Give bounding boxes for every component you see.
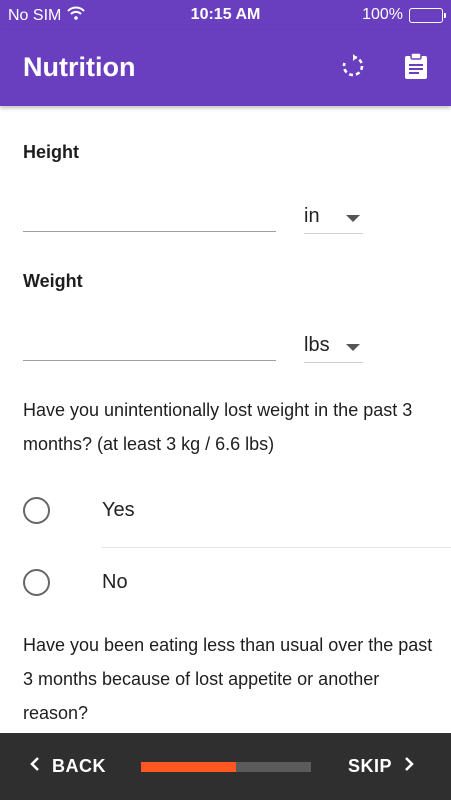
radio-button-icon[interactable] xyxy=(23,497,50,524)
height-unit-value: in xyxy=(304,205,320,227)
bottom-nav: BACK SKIP xyxy=(0,733,451,800)
skip-label: SKIP xyxy=(348,756,393,776)
refresh-button[interactable] xyxy=(337,52,369,84)
weight-unit-select[interactable]: lbs xyxy=(304,329,363,363)
weight-label: Weight xyxy=(23,271,83,291)
progress-fill xyxy=(141,762,237,772)
radio-option-no[interactable]: No xyxy=(0,555,451,611)
skip-button[interactable]: SKIP xyxy=(348,756,414,777)
battery-percent: 100% xyxy=(362,6,403,23)
app-bar: Nutrition xyxy=(0,30,451,106)
back-label: BACK xyxy=(52,756,106,776)
battery-icon xyxy=(409,7,446,23)
clipboard-button[interactable] xyxy=(400,51,432,85)
chevron-right-icon xyxy=(404,756,414,777)
dropdown-caret-icon xyxy=(346,344,360,351)
chevron-left-icon xyxy=(30,756,40,777)
back-button[interactable]: BACK xyxy=(30,756,106,777)
radio-button-icon[interactable] xyxy=(23,569,50,596)
height-input[interactable] xyxy=(23,198,276,232)
status-bar: No SIM 10:15 AM 100% xyxy=(0,0,451,30)
refresh-icon xyxy=(340,53,366,84)
height-unit-select[interactable]: in xyxy=(304,200,363,234)
radio-option-yes[interactable]: Yes xyxy=(0,483,451,539)
radio-option-label: Yes xyxy=(102,499,135,521)
question-weight-loss: Have you unintentionally lost weight in … xyxy=(23,400,413,454)
page-title: Nutrition xyxy=(23,52,136,82)
height-label: Height xyxy=(23,142,79,162)
dropdown-caret-icon xyxy=(346,215,360,222)
weight-input[interactable] xyxy=(23,327,276,361)
radio-option-label: No xyxy=(102,571,128,593)
battery-group: 100% xyxy=(362,6,446,24)
question-eating-less: Have you been eating less than usual ove… xyxy=(23,635,433,723)
clipboard-icon xyxy=(404,51,428,85)
progress-bar xyxy=(141,762,311,772)
divider xyxy=(101,547,451,548)
weight-unit-value: lbs xyxy=(304,334,330,356)
